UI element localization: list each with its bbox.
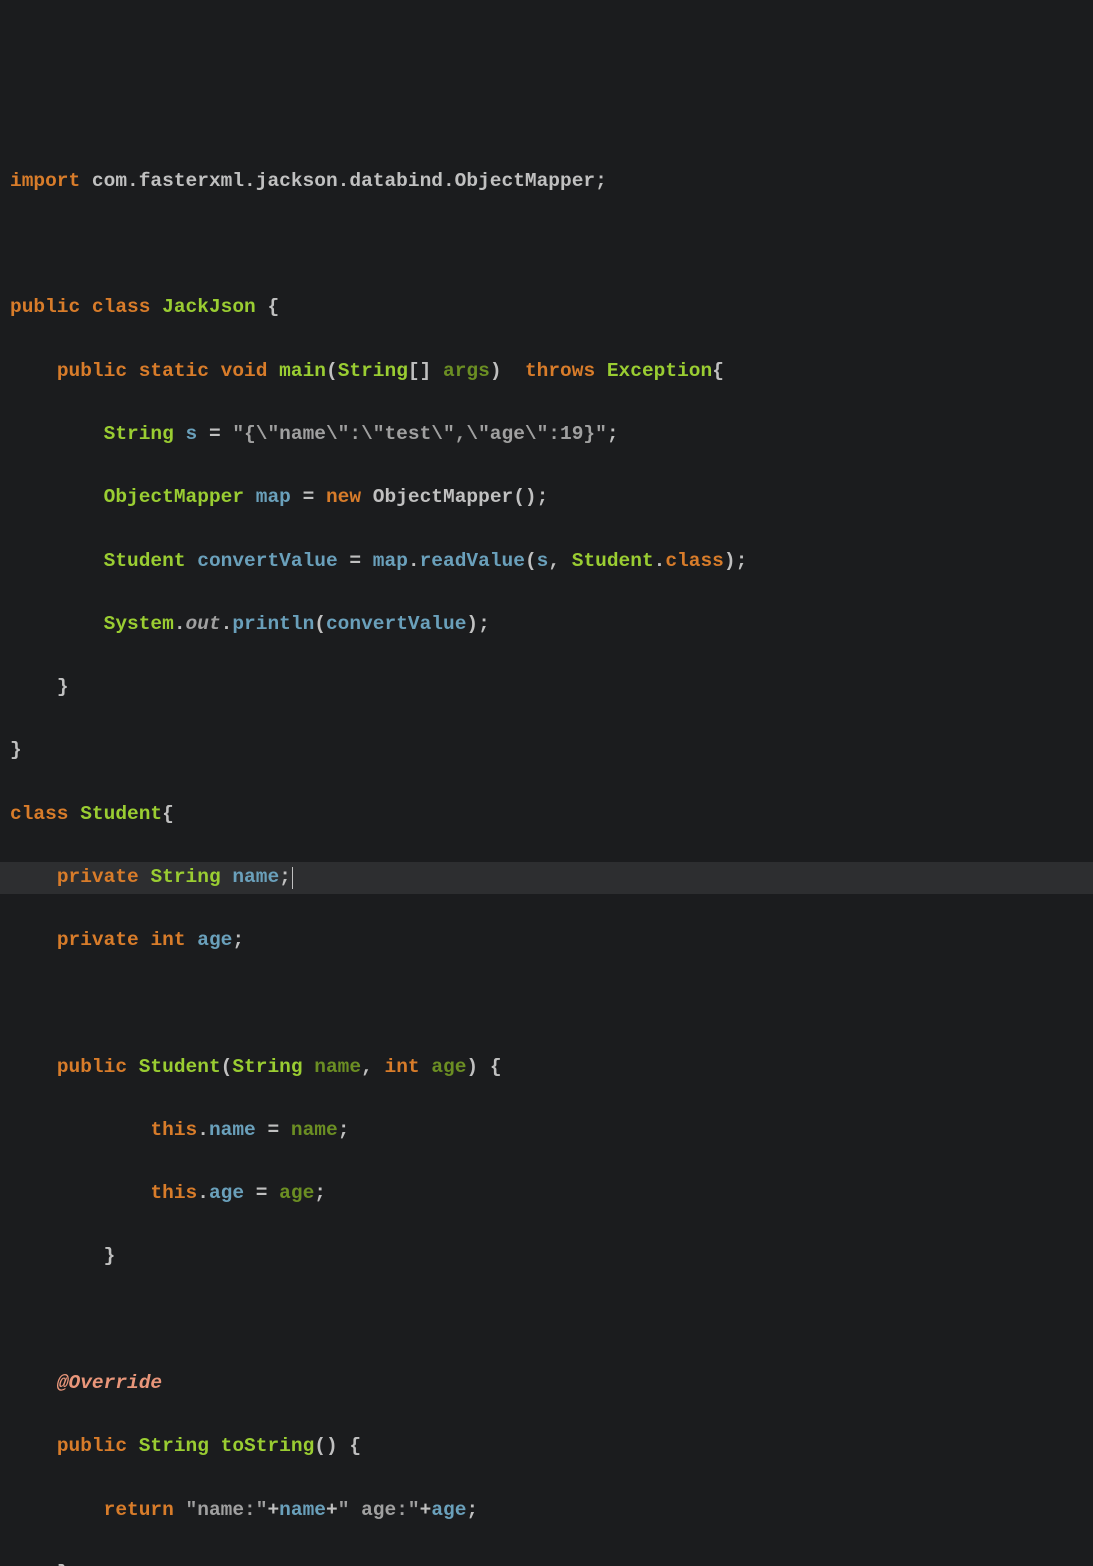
code-line[interactable]: }: [0, 672, 1093, 704]
type-string: String: [150, 862, 220, 894]
code-line[interactable]: this.age = age;: [0, 1178, 1093, 1210]
method-println: println: [232, 609, 314, 641]
method-readvalue: readValue: [420, 546, 525, 578]
class-name: JackJson: [162, 292, 256, 324]
code-line[interactable]: System.out.println(convertValue);: [0, 609, 1093, 641]
brace-close: }: [57, 1558, 69, 1566]
brace-close: }: [10, 735, 22, 767]
param-age: age: [431, 1052, 466, 1084]
method-main: main: [279, 356, 326, 388]
type-objectmapper: ObjectMapper: [104, 482, 244, 514]
keyword-public: public: [57, 1431, 127, 1463]
code-line[interactable]: String s = "{\"name\":\"test\",\"age\":1…: [0, 419, 1093, 451]
type-exception: Exception: [607, 356, 712, 388]
code-line-empty[interactable]: [0, 988, 1093, 1020]
semicolon: ;: [595, 166, 607, 198]
keyword-int: int: [150, 925, 185, 957]
brace-close: }: [57, 672, 69, 704]
keyword-public: public: [10, 292, 80, 324]
param-args: args: [443, 356, 490, 388]
var-name: name: [232, 862, 279, 894]
class-student: Student: [80, 799, 162, 831]
keyword-int: int: [385, 1052, 420, 1084]
code-line[interactable]: public static void main(String[] args) t…: [0, 356, 1093, 388]
annotation-override: @Override: [57, 1368, 162, 1400]
code-line-active[interactable]: private String name;: [0, 862, 1093, 894]
code-line[interactable]: public String toString() {: [0, 1431, 1093, 1463]
method-tostring: toString: [221, 1431, 315, 1463]
code-line[interactable]: private int age;: [0, 925, 1093, 957]
keyword-private: private: [57, 862, 139, 894]
code-line[interactable]: }: [0, 1558, 1093, 1566]
keyword-public: public: [57, 1052, 127, 1084]
keyword-class: class: [10, 799, 69, 831]
keyword-throws: throws: [525, 356, 595, 388]
keyword-this: this: [150, 1115, 197, 1147]
code-line[interactable]: this.name = name;: [0, 1115, 1093, 1147]
string-literal: " age:": [338, 1495, 420, 1527]
type-objectmapper: ObjectMapper: [361, 482, 513, 514]
param-name: name: [314, 1052, 361, 1084]
keyword-return: return: [104, 1495, 174, 1527]
keyword-class: class: [92, 292, 151, 324]
type-string: String: [104, 419, 174, 451]
type-system: System: [104, 609, 174, 641]
string-literal: "{\"name\":\"test\",\"age\":19}": [232, 419, 606, 451]
keyword-class: class: [665, 546, 724, 578]
var-map: map: [256, 482, 291, 514]
code-line-empty[interactable]: [0, 229, 1093, 261]
brace-close: }: [104, 1241, 116, 1273]
code-line[interactable]: import com.fasterxml.jackson.databind.Ob…: [0, 166, 1093, 198]
code-line[interactable]: }: [0, 735, 1093, 767]
code-line[interactable]: return "name:"+name+" age:"+age;: [0, 1494, 1093, 1526]
code-line[interactable]: @Override: [0, 1368, 1093, 1400]
keyword-void: void: [221, 356, 268, 388]
code-line[interactable]: Student convertValue = map.readValue(s, …: [0, 545, 1093, 577]
field-out: out: [186, 609, 221, 641]
type-string: String: [139, 1431, 209, 1463]
keyword-this: this: [150, 1178, 197, 1210]
constructor-student: Student: [139, 1052, 221, 1084]
text-cursor: [292, 867, 293, 889]
var-convertvalue: convertValue: [197, 546, 337, 578]
keyword-public: public: [57, 356, 127, 388]
code-line[interactable]: public Student(String name, int age) {: [0, 1052, 1093, 1084]
type-string: String: [338, 356, 408, 388]
keyword-private: private: [57, 925, 139, 957]
code-line[interactable]: }: [0, 1241, 1093, 1273]
code-editor[interactable]: import com.fasterxml.jackson.databind.Ob…: [0, 134, 1093, 1566]
code-line[interactable]: ObjectMapper map = new ObjectMapper();: [0, 482, 1093, 514]
code-line[interactable]: class Student{: [0, 799, 1093, 831]
code-line[interactable]: public class JackJson {: [0, 292, 1093, 324]
keyword-import: import: [10, 166, 80, 198]
var-age: age: [197, 925, 232, 957]
brace: {: [256, 292, 279, 324]
var-s: s: [186, 419, 198, 451]
type-student: Student: [104, 546, 186, 578]
string-literal: "name:": [186, 1495, 268, 1527]
code-line-empty[interactable]: [0, 1305, 1093, 1337]
keyword-new: new: [326, 482, 361, 514]
keyword-static: static: [139, 356, 209, 388]
package-path: com.fasterxml.jackson.databind.ObjectMap…: [80, 166, 595, 198]
